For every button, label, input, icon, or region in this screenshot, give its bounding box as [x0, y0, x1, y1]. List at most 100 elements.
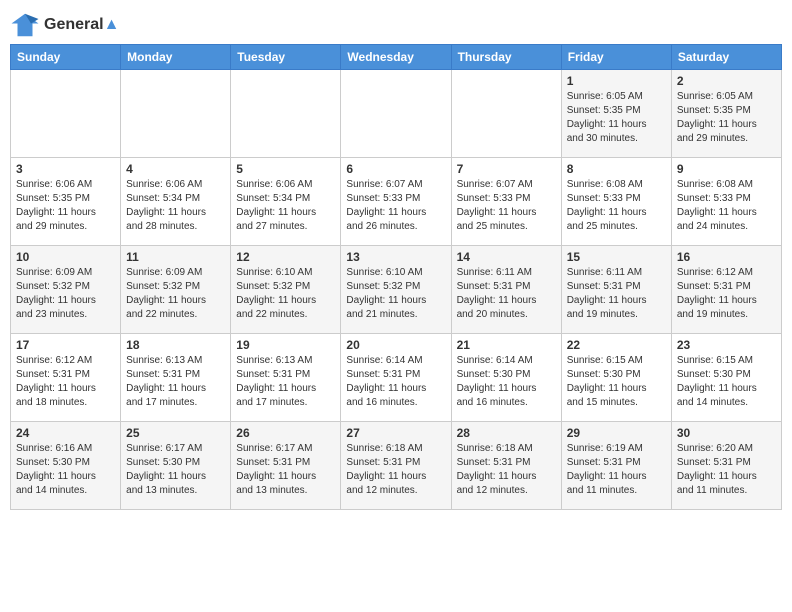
calendar-cell: 18Sunrise: 6:13 AM Sunset: 5:31 PM Dayli… — [121, 334, 231, 422]
day-info: Sunrise: 6:06 AM Sunset: 5:34 PM Dayligh… — [126, 178, 225, 234]
day-info: Sunrise: 6:18 AM Sunset: 5:31 PM Dayligh… — [457, 442, 556, 498]
day-number: 3 — [16, 162, 115, 176]
calendar-cell — [451, 70, 561, 158]
day-info: Sunrise: 6:16 AM Sunset: 5:30 PM Dayligh… — [16, 442, 115, 498]
day-info: Sunrise: 6:14 AM Sunset: 5:30 PM Dayligh… — [457, 354, 556, 410]
weekday-header-sunday: Sunday — [11, 45, 121, 70]
day-number: 17 — [16, 338, 115, 352]
day-info: Sunrise: 6:18 AM Sunset: 5:31 PM Dayligh… — [346, 442, 445, 498]
day-number: 10 — [16, 250, 115, 264]
calendar-cell: 27 Sunrise: 6:18 AM Sunset: 5:31 PM Dayli… — [341, 422, 451, 510]
day-info: Sunrise: 6:05 AM Sunset: 5:35 PM Dayligh… — [677, 90, 776, 146]
day-number: 19 — [236, 338, 335, 352]
day-info: Sunrise: 6:20 AM Sunset: 5:31 PM Dayligh… — [677, 442, 776, 498]
day-info: Sunrise: 6:12 AM Sunset: 5:31 PM Dayligh… — [677, 266, 776, 322]
calendar-cell: 13 Sunrise: 6:10 AM Sunset: 5:32 PM Dayli… — [341, 246, 451, 334]
calendar-week-row: 3 Sunrise: 6:06 AM Sunset: 5:35 PM Daylig… — [11, 158, 782, 246]
calendar-cell — [231, 70, 341, 158]
day-info: Sunrise: 6:13 AM Sunset: 5:31 PM Dayligh… — [236, 354, 335, 410]
calendar-cell: 26 Sunrise: 6:17 AM Sunset: 5:31 PM Dayli… — [231, 422, 341, 510]
calendar-cell: 19 Sunrise: 6:13 AM Sunset: 5:31 PM Dayli… — [231, 334, 341, 422]
day-info: Sunrise: 6:06 AM Sunset: 5:35 PM Dayligh… — [16, 178, 115, 234]
calendar-cell: 15 Sunrise: 6:11 AM Sunset: 5:31 PM Dayli… — [561, 246, 671, 334]
day-number: 8 — [567, 162, 666, 176]
calendar-cell: 1 Sunrise: 6:05 AM Sunset: 5:35 PM Daylig… — [561, 70, 671, 158]
calendar-week-row: 24 Sunrise: 6:16 AM Sunset: 5:30 PM Dayli… — [11, 422, 782, 510]
day-number: 30 — [677, 426, 776, 440]
logo: General▲ — [10, 10, 119, 40]
weekday-header-thursday: Thursday — [451, 45, 561, 70]
day-number: 21 — [457, 338, 556, 352]
day-info: Sunrise: 6:19 AM Sunset: 5:31 PM Dayligh… — [567, 442, 666, 498]
day-info: Sunrise: 6:06 AM Sunset: 5:34 PM Dayligh… — [236, 178, 335, 234]
day-number: 4 — [126, 162, 225, 176]
calendar-cell: 12 Sunrise: 6:10 AM Sunset: 5:32 PM Dayli… — [231, 246, 341, 334]
day-number: 29 — [567, 426, 666, 440]
day-info: Sunrise: 6:08 AM Sunset: 5:33 PM Dayligh… — [677, 178, 776, 234]
day-number: 24 — [16, 426, 115, 440]
calendar-cell: 6 Sunrise: 6:07 AM Sunset: 5:33 PM Daylig… — [341, 158, 451, 246]
day-info: Sunrise: 6:08 AM Sunset: 5:33 PM Dayligh… — [567, 178, 666, 234]
calendar-week-row: 17Sunrise: 6:12 AM Sunset: 5:31 PM Dayli… — [11, 334, 782, 422]
day-number: 23 — [677, 338, 776, 352]
day-info: Sunrise: 6:10 AM Sunset: 5:32 PM Dayligh… — [346, 266, 445, 322]
day-info: Sunrise: 6:15 AM Sunset: 5:30 PM Dayligh… — [677, 354, 776, 410]
day-number: 1 — [567, 74, 666, 88]
calendar-cell: 20 Sunrise: 6:14 AM Sunset: 5:31 PM Dayli… — [341, 334, 451, 422]
day-info: Sunrise: 6:07 AM Sunset: 5:33 PM Dayligh… — [457, 178, 556, 234]
day-number: 27 — [346, 426, 445, 440]
calendar-cell: 30 Sunrise: 6:20 AM Sunset: 5:31 PM Dayli… — [671, 422, 781, 510]
day-number: 16 — [677, 250, 776, 264]
calendar-cell: 3 Sunrise: 6:06 AM Sunset: 5:35 PM Daylig… — [11, 158, 121, 246]
day-info: Sunrise: 6:11 AM Sunset: 5:31 PM Dayligh… — [567, 266, 666, 322]
day-info: Sunrise: 6:05 AM Sunset: 5:35 PM Dayligh… — [567, 90, 666, 146]
calendar-cell: 23 Sunrise: 6:15 AM Sunset: 5:30 PM Dayli… — [671, 334, 781, 422]
day-number: 6 — [346, 162, 445, 176]
day-info: Sunrise: 6:17 AM Sunset: 5:31 PM Dayligh… — [236, 442, 335, 498]
day-info: Sunrise: 6:07 AM Sunset: 5:33 PM Dayligh… — [346, 178, 445, 234]
weekday-header-tuesday: Tuesday — [231, 45, 341, 70]
day-number: 7 — [457, 162, 556, 176]
page-header: General▲ — [10, 10, 782, 40]
day-number: 25 — [126, 426, 225, 440]
logo-icon — [10, 10, 40, 40]
calendar-cell: 17Sunrise: 6:12 AM Sunset: 5:31 PM Dayli… — [11, 334, 121, 422]
calendar-cell: 29 Sunrise: 6:19 AM Sunset: 5:31 PM Dayli… — [561, 422, 671, 510]
day-info: Sunrise: 6:11 AM Sunset: 5:31 PM Dayligh… — [457, 266, 556, 322]
calendar-cell: 9 Sunrise: 6:08 AM Sunset: 5:33 PM Daylig… — [671, 158, 781, 246]
day-number: 28 — [457, 426, 556, 440]
day-number: 13 — [346, 250, 445, 264]
calendar-table: SundayMondayTuesdayWednesdayThursdayFrid… — [10, 44, 782, 510]
day-number: 9 — [677, 162, 776, 176]
calendar-cell: 21 Sunrise: 6:14 AM Sunset: 5:30 PM Dayli… — [451, 334, 561, 422]
calendar-cell: 22Sunrise: 6:15 AM Sunset: 5:30 PM Dayli… — [561, 334, 671, 422]
weekday-header-saturday: Saturday — [671, 45, 781, 70]
day-info: Sunrise: 6:17 AM Sunset: 5:30 PM Dayligh… — [126, 442, 225, 498]
weekday-header-row: SundayMondayTuesdayWednesdayThursdayFrid… — [11, 45, 782, 70]
day-number: 12 — [236, 250, 335, 264]
calendar-cell: 4 Sunrise: 6:06 AM Sunset: 5:34 PM Daylig… — [121, 158, 231, 246]
day-number: 2 — [677, 74, 776, 88]
calendar-cell: 11Sunrise: 6:09 AM Sunset: 5:32 PM Dayli… — [121, 246, 231, 334]
calendar-week-row: 10 Sunrise: 6:09 AM Sunset: 5:32 PM Dayli… — [11, 246, 782, 334]
calendar-cell: 28 Sunrise: 6:18 AM Sunset: 5:31 PM Dayli… — [451, 422, 561, 510]
day-number: 15 — [567, 250, 666, 264]
day-number: 5 — [236, 162, 335, 176]
day-info: Sunrise: 6:09 AM Sunset: 5:32 PM Dayligh… — [16, 266, 115, 322]
day-number: 26 — [236, 426, 335, 440]
calendar-cell — [341, 70, 451, 158]
calendar-cell — [11, 70, 121, 158]
day-info: Sunrise: 6:14 AM Sunset: 5:31 PM Dayligh… — [346, 354, 445, 410]
weekday-header-wednesday: Wednesday — [341, 45, 451, 70]
day-number: 14 — [457, 250, 556, 264]
calendar-cell: 14 Sunrise: 6:11 AM Sunset: 5:31 PM Dayli… — [451, 246, 561, 334]
weekday-header-friday: Friday — [561, 45, 671, 70]
day-number: 20 — [346, 338, 445, 352]
weekday-header-monday: Monday — [121, 45, 231, 70]
calendar-cell — [121, 70, 231, 158]
calendar-cell: 16 Sunrise: 6:12 AM Sunset: 5:31 PM Dayli… — [671, 246, 781, 334]
day-info: Sunrise: 6:10 AM Sunset: 5:32 PM Dayligh… — [236, 266, 335, 322]
day-info: Sunrise: 6:15 AM Sunset: 5:30 PM Dayligh… — [567, 354, 666, 410]
calendar-cell: 2 Sunrise: 6:05 AM Sunset: 5:35 PM Daylig… — [671, 70, 781, 158]
day-info: Sunrise: 6:09 AM Sunset: 5:32 PM Dayligh… — [126, 266, 225, 322]
